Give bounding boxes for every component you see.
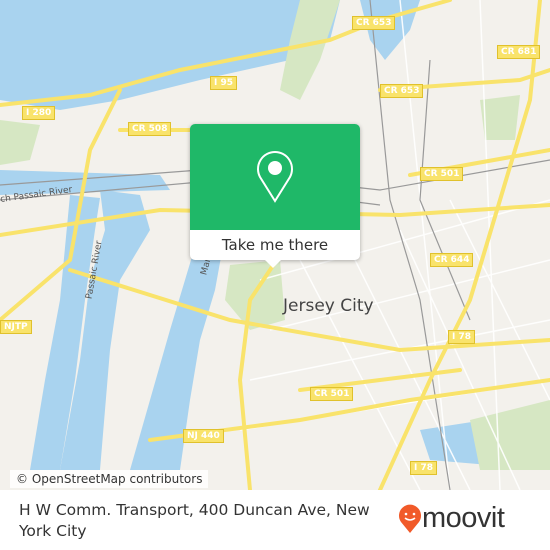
road-shield: NJTP [0, 320, 32, 334]
road-shield: NJ 440 [183, 429, 224, 443]
road-shield: I 280 [22, 106, 56, 120]
road-shield: CR 644 [430, 253, 474, 267]
popup-header [190, 124, 360, 230]
destination-popup: Take me there [190, 124, 360, 260]
road-shield: CR 653 [352, 16, 396, 30]
road-shield: CR 508 [128, 122, 172, 136]
map-pin-icon [257, 151, 293, 203]
location-title: H W Comm. Transport, 400 Duncan Ave, New… [19, 501, 370, 540]
city-label: Jersey City [283, 296, 374, 316]
road-shield: CR 681 [497, 45, 541, 59]
road-shield: CR 501 [310, 387, 354, 401]
road-shield: I 95 [210, 76, 238, 90]
moovit-pin-icon [399, 504, 421, 533]
road-shield: CR 501 [420, 167, 464, 181]
road-shield: CR 653 [380, 84, 424, 98]
take-me-there-button[interactable]: Take me there [190, 230, 360, 260]
moovit-logo: moovit [398, 502, 505, 535]
footer: H W Comm. Transport, 400 Duncan Ave, New… [0, 490, 550, 550]
road-shield: I 78 [410, 461, 438, 475]
attribution-link[interactable]: © OpenStreetMap contributors [10, 470, 209, 488]
road-shield: I 78 [448, 330, 476, 344]
logo-text: moovit [422, 502, 505, 534]
popup-pointer [264, 259, 282, 268]
